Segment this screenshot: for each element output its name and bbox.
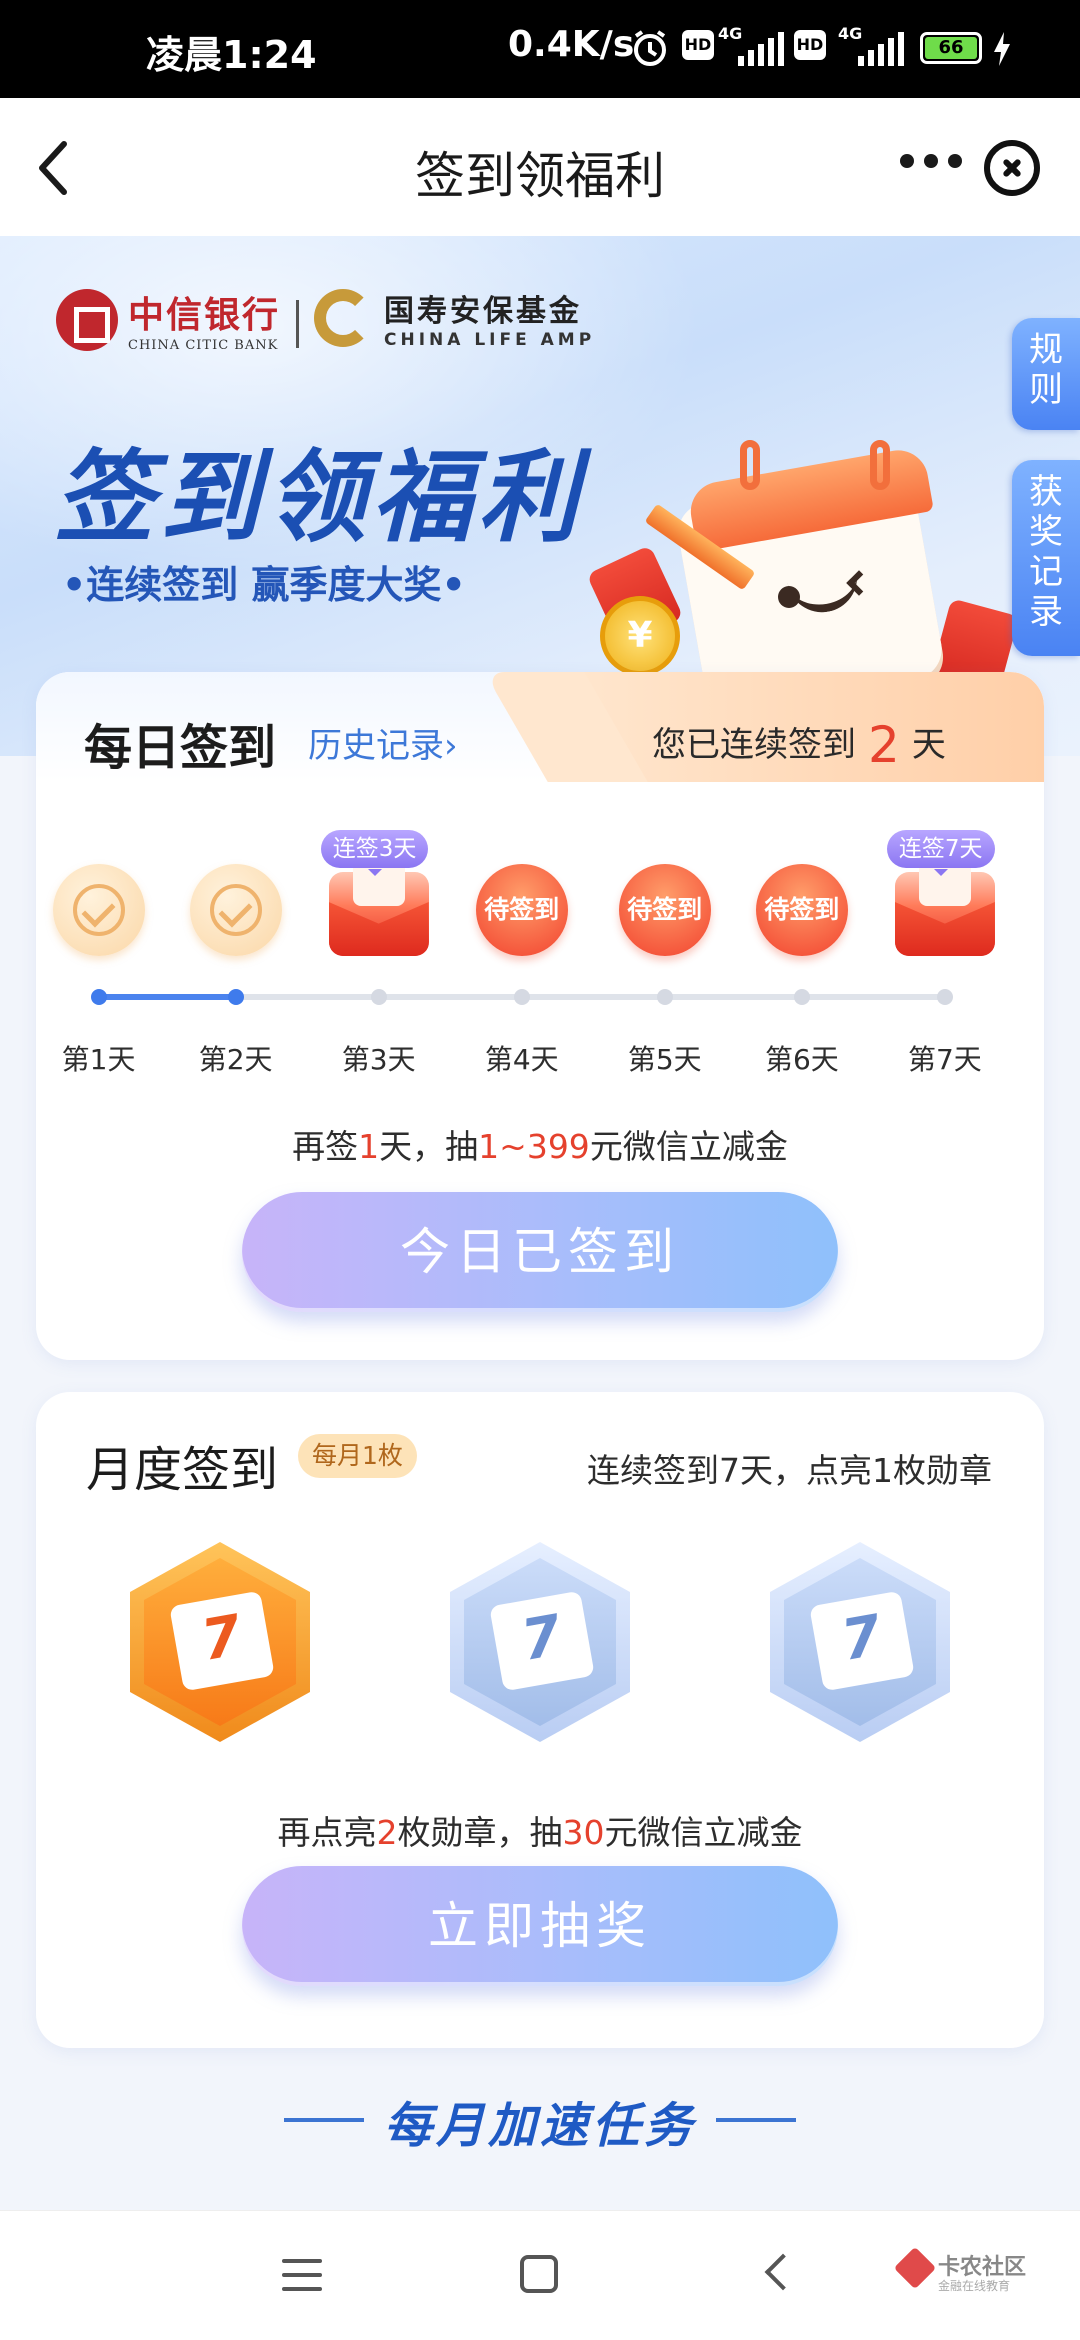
status-time: 凌晨1:24 — [146, 33, 317, 77]
streak-reward-tag: 连签3天 — [320, 830, 429, 876]
calendar-medal-icon: 7 — [489, 1590, 595, 1692]
day-label: 第2天 — [198, 1043, 273, 1076]
charging-icon — [992, 32, 1012, 70]
hd-icon: HD — [794, 30, 826, 60]
signal-icon — [738, 32, 784, 66]
alarm-icon — [630, 28, 670, 72]
close-icon[interactable] — [984, 140, 1040, 196]
monthly-checkin-title: 月度签到 — [86, 1442, 279, 1498]
hero-title: 签到领福利 — [54, 439, 584, 556]
streak-days: 2 — [868, 716, 900, 774]
calendar-medal-icon: 7 — [809, 1590, 915, 1692]
page-title: 签到领福利 — [415, 147, 665, 205]
home-icon[interactable] — [520, 2255, 558, 2293]
day-label: 第1天 — [61, 1043, 136, 1076]
hd-icon: HD — [682, 30, 714, 60]
streak-reward-tag: 连签7天 — [886, 830, 995, 876]
streak-prefix: 您已连续签到 — [652, 725, 856, 765]
monthly-description: 连续签到7天，点亮1枚勋章 — [587, 1451, 992, 1490]
checked-day-icon — [189, 864, 282, 956]
rules-tab-label: 规则 — [1029, 330, 1063, 410]
daily-reward-tip: 再签1天，抽1~399元微信立减金 — [292, 1127, 788, 1166]
progress-dot — [793, 989, 810, 1005]
checked-day-icon — [52, 864, 145, 956]
battery-icon: 66 — [920, 32, 982, 64]
daily-checkin-title: 每日签到 — [84, 720, 277, 776]
status-bar: 凌晨1:24 0.4K/s HD 4G HD 4G 66 — [0, 0, 1080, 98]
monthly-reward-tip: 再点亮2枚勋章，抽30元微信立减金 — [277, 1813, 803, 1852]
draw-lottery-button[interactable]: 立即抽奖 — [242, 1866, 838, 1986]
nav-bar: 签到领福利 — [0, 98, 1080, 236]
checked-in-button[interactable]: 今日已签到 — [242, 1192, 838, 1312]
prize-records-tab[interactable]: 获奖记录 — [1012, 460, 1080, 656]
medal-unlit: 7 — [770, 1542, 950, 1742]
gift-box-icon: 连签3天 — [320, 830, 429, 956]
streak-status: 您已连续签到 2 天 — [652, 716, 946, 774]
remaining-medals: 2 — [376, 1813, 398, 1852]
reward-amount: 1~399 — [478, 1127, 590, 1166]
progress-dot — [370, 989, 387, 1005]
menu-icon[interactable] — [282, 2259, 322, 2301]
bank-name-cn: 中信银行 — [128, 295, 281, 336]
citic-logo-icon — [56, 288, 118, 351]
progress-dot — [227, 989, 244, 1005]
monthly-reward-amount: 30 — [562, 1813, 605, 1852]
day-list: 连签3天 待签到 待签到 待签到 连签7天 — [36, 830, 1044, 964]
calendar-medal-icon: 7 — [169, 1590, 275, 1692]
battery-level: 66 — [925, 37, 977, 59]
watermark-logo-icon — [893, 2246, 937, 2290]
china-life-logo-icon — [314, 289, 372, 347]
progress-dot — [90, 989, 107, 1005]
signal-icon — [858, 32, 904, 66]
partner-name-cn: 国寿安保基金 — [384, 294, 582, 329]
title-decoration — [716, 2118, 796, 2122]
medal-lit: 7 — [130, 1542, 310, 1742]
monthly-badge: 每月1枚 — [298, 1434, 417, 1478]
day-label: 第3天 — [341, 1043, 416, 1076]
day-label: 第7天 — [907, 1043, 982, 1076]
back-nav-icon[interactable] — [764, 2253, 802, 2291]
hero-subtitle: •连续签到 赢季度大奖• — [62, 563, 466, 607]
progress-fill — [98, 994, 236, 1000]
rules-tab[interactable]: 规则 — [1012, 318, 1080, 430]
partner-name-en: CHINA LIFE AMP — [384, 330, 596, 350]
daily-checkin-card: 每日签到 历史记录› 您已连续签到 2 天 连签3天 待签到 待签到 待签到 连签7天 再签… — [36, 672, 1044, 1360]
pending-day-button: 待签到 — [755, 864, 848, 956]
day-label: 第6天 — [764, 1043, 839, 1076]
system-navigation-bar: 卡农社区 金融在线教育 — [0, 2210, 1080, 2340]
watermark-subtitle: 金融在线教育 — [938, 2279, 1011, 2293]
progress-dot — [656, 989, 673, 1005]
history-link[interactable]: 历史记录› — [308, 718, 458, 767]
remaining-days: 1 — [358, 1127, 380, 1166]
china-life-logo: 国寿安保基金 CHINA LIFE AMP — [314, 286, 595, 350]
logo-divider — [296, 300, 299, 348]
monthly-tasks-title: 每月加速任务 — [383, 2098, 696, 2154]
pending-day-button: 待签到 — [618, 864, 711, 956]
bank-name-en: CHINA CITIC BANK — [128, 338, 279, 353]
monthly-checkin-card: 月度签到 每月1枚 连续签到7天，点亮1枚勋章 7 7 7 再点亮2枚勋章，抽3… — [36, 1392, 1044, 2048]
day-label: 第4天 — [484, 1043, 559, 1076]
more-icon[interactable] — [900, 154, 962, 168]
day-label: 第5天 — [627, 1043, 702, 1076]
prize-records-tab-label: 获奖记录 — [1029, 472, 1063, 632]
citic-bank-logo: 中信银行 CHINA CITIC BANK — [56, 286, 280, 353]
gift-box-icon: 连签7天 — [886, 830, 995, 956]
medal-unlit: 7 — [450, 1542, 630, 1742]
progress-dot — [936, 989, 953, 1005]
network-speed: 0.4K/s — [508, 24, 635, 65]
progress-dot — [513, 989, 530, 1005]
pending-day-button: 待签到 — [475, 864, 568, 956]
streak-suffix: 天 — [911, 725, 946, 765]
